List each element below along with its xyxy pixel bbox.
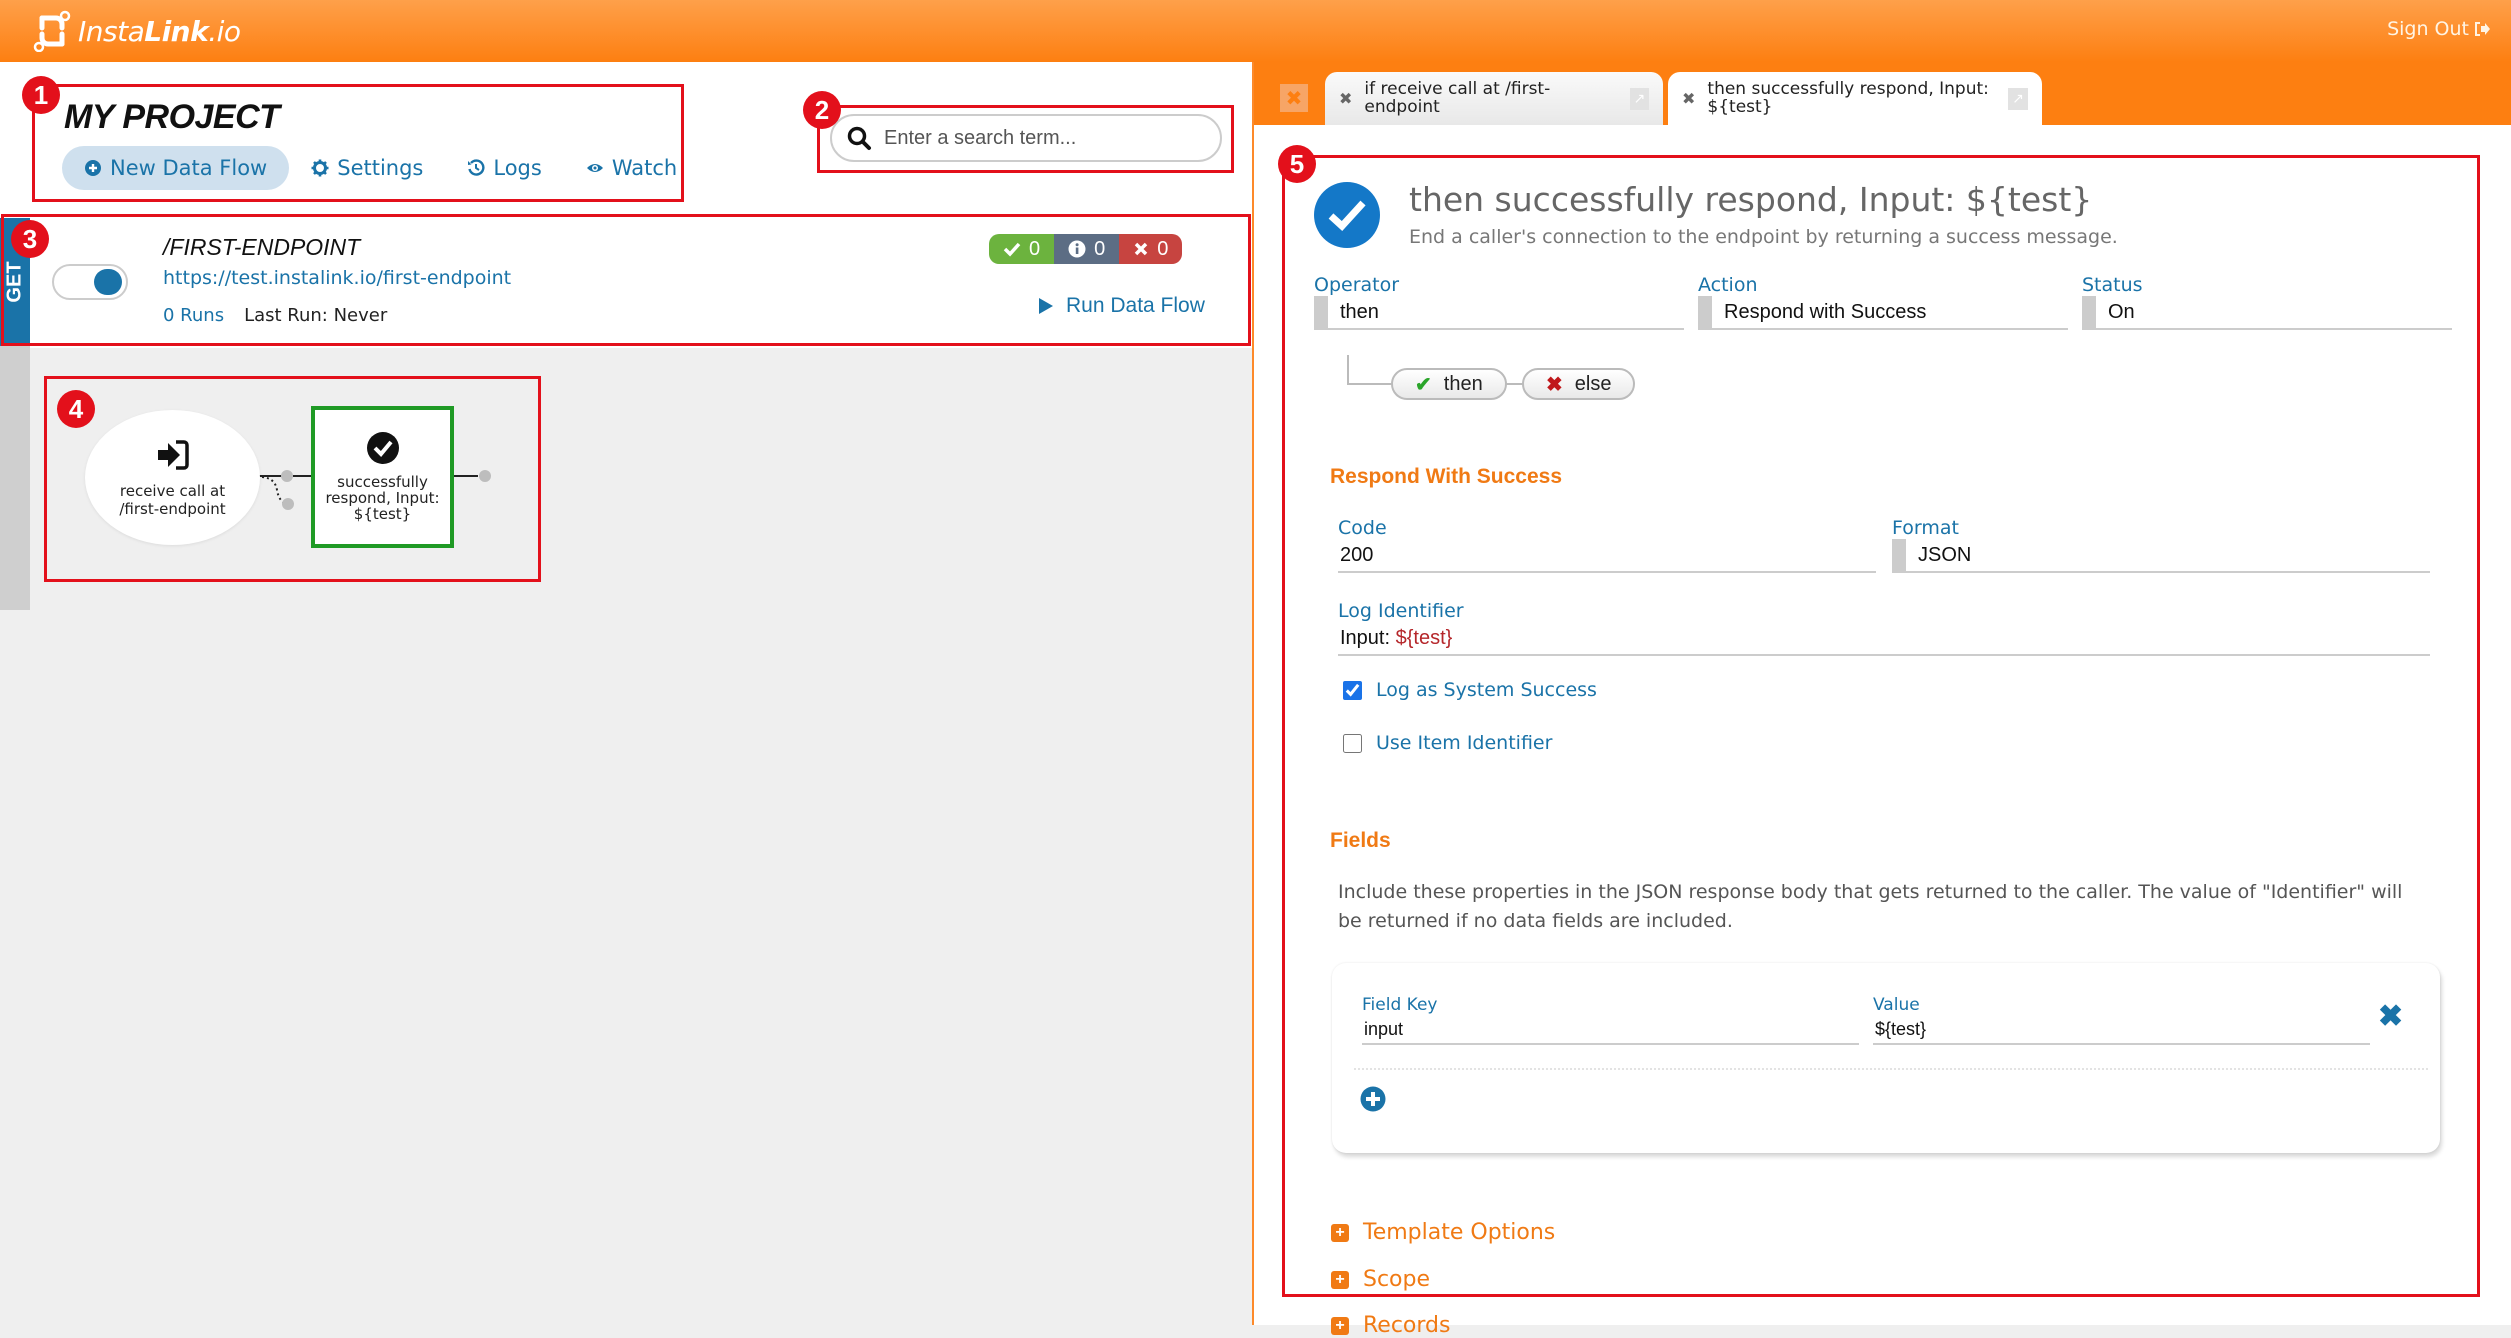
annotation-box-5: [1282, 155, 2480, 1297]
expand-plus-icon: +: [1331, 1316, 1349, 1335]
close-icon: ✖: [1285, 86, 1303, 110]
annotation-badge-3: 3: [11, 220, 49, 258]
tab-close-icon[interactable]: ✖: [1682, 89, 1695, 108]
close-all-tabs-button[interactable]: ✖: [1280, 84, 1308, 112]
records-label: Records: [1363, 1313, 1451, 1338]
sign-out-label: Sign Out: [2387, 18, 2469, 40]
records-toggle[interactable]: + Records: [1331, 1313, 1450, 1338]
annotation-badge-2: 2: [803, 91, 841, 129]
annotation-box-2: [817, 105, 1234, 173]
tab-receive-call[interactable]: ✖ if receive call at /first-endpoint ↗: [1325, 72, 1663, 125]
top-bar: InstaLink.io Sign Out: [0, 0, 2511, 62]
sign-out-icon: [2475, 22, 2490, 36]
popout-icon[interactable]: ↗: [2008, 87, 2028, 110]
annotation-box-3: [1, 214, 1251, 346]
instalink-logo[interactable]: InstaLink.io: [32, 10, 241, 52]
annotation-box-4: [44, 376, 541, 582]
tab-label: then successfully respond, Input: ${test}: [1707, 78, 1989, 117]
tab-label: if receive call at /first-endpoint: [1364, 78, 1551, 117]
annotation-badge-5: 5: [1278, 145, 1316, 183]
annotation-box-1: [32, 84, 684, 202]
logo-text: InstaLink.io: [78, 14, 241, 48]
link-logo-icon: [33, 10, 71, 52]
tab-close-icon[interactable]: ✖: [1339, 89, 1352, 108]
sign-out-button[interactable]: Sign Out: [2387, 18, 2491, 40]
popout-icon[interactable]: ↗: [1629, 87, 1649, 110]
tab-respond-success[interactable]: ✖ then successfully respond, Input: ${tes…: [1668, 72, 2042, 125]
annotation-badge-4: 4: [57, 390, 95, 428]
annotation-badge-1: 1: [22, 76, 60, 114]
